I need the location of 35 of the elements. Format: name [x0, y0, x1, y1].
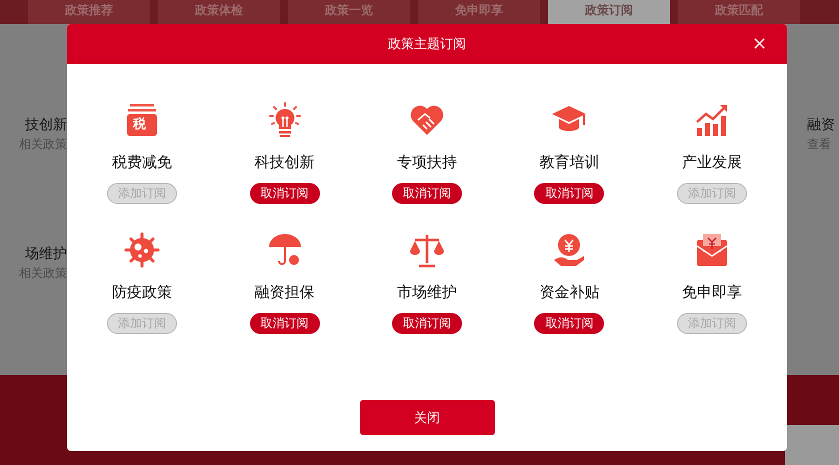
- topic-name: 科技创新: [254, 152, 315, 172]
- topic-name: 税费减免: [112, 152, 172, 172]
- unsubscribe-button[interactable]: 取消订阅: [392, 313, 462, 334]
- virus-icon: [124, 232, 160, 268]
- lightbulb-icon: [266, 102, 303, 138]
- tab[interactable]: 政策一览: [288, 0, 410, 24]
- balance-scale-icon: [408, 232, 445, 268]
- topic-name: 资金补贴: [539, 282, 600, 302]
- qr-code-placeholder: [785, 425, 839, 465]
- topic-name: 产业发展: [682, 152, 742, 172]
- unsubscribe-button[interactable]: 取消订阅: [534, 313, 604, 334]
- bar-chart-growth-icon: [694, 102, 730, 138]
- policy-title: 场维护: [25, 245, 67, 263]
- topic-name: 专项扶持: [396, 152, 457, 172]
- tab[interactable]: 政策订阅: [548, 0, 670, 24]
- dialog-title: 政策主题订阅: [388, 36, 466, 53]
- tab[interactable]: 政策推荐: [28, 0, 150, 24]
- policy-title: 技创新: [25, 116, 67, 134]
- tab[interactable]: 免申即享: [418, 0, 540, 24]
- policy-title: 融资: [807, 116, 835, 134]
- umbrella-icon: [266, 232, 303, 268]
- close-icon[interactable]: [754, 38, 765, 49]
- topic-name: 防疫政策: [112, 282, 172, 302]
- close-button[interactable]: 关闭: [360, 400, 494, 435]
- unsubscribe-button[interactable]: 取消订阅: [250, 183, 320, 204]
- tab[interactable]: 政策体检: [158, 0, 280, 24]
- tab[interactable]: 政策匹配: [678, 0, 800, 24]
- topic-name: 教育培训: [539, 152, 600, 172]
- unsubscribe-button[interactable]: 取消订阅: [534, 183, 604, 204]
- icon-label: 税: [133, 116, 146, 134]
- unsubscribe-button[interactable]: 取消订阅: [392, 183, 462, 204]
- topic-name: 融资担保: [254, 282, 315, 302]
- topic-name: 免申即享: [682, 282, 742, 302]
- topic-name: 市场维护: [396, 282, 457, 302]
- unsubscribe-button[interactable]: 取消订阅: [250, 313, 320, 334]
